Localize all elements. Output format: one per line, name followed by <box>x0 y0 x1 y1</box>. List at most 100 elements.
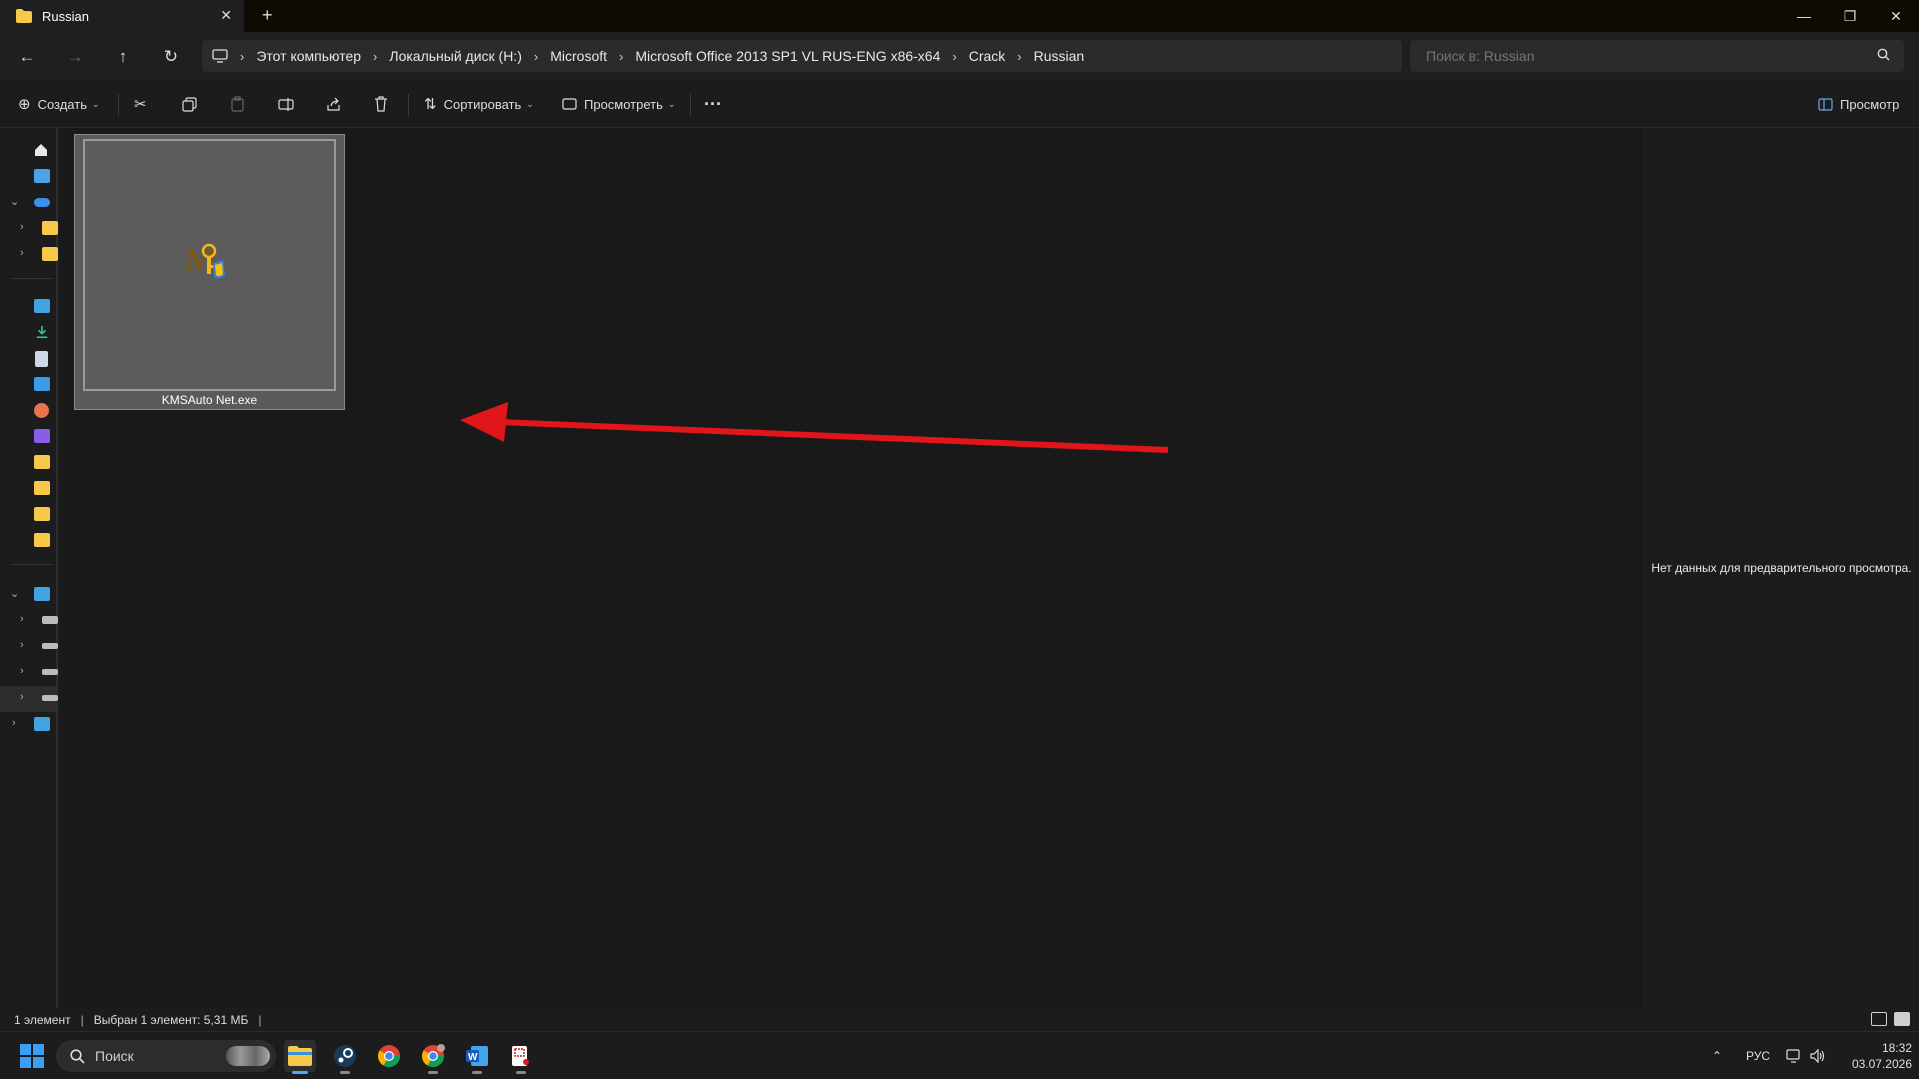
arrow-left-icon: ← <box>18 47 36 66</box>
sidebar-item-desktop[interactable] <box>0 294 58 320</box>
trash-icon <box>375 96 387 112</box>
cut-button[interactable]: ✂ <box>134 80 154 128</box>
chevron-up-icon: ⌃ <box>1712 1049 1723 1063</box>
sidebar-item-folder-5[interactable] <box>0 502 58 528</box>
forward-button[interactable]: → <box>62 44 88 70</box>
breadcrumb-this-pc[interactable]: Этот компьютер <box>256 48 361 64</box>
tiles-view-button[interactable] <box>1894 1012 1910 1026</box>
network-icon <box>34 717 50 731</box>
close-window-button[interactable]: ✕ <box>1873 0 1919 32</box>
sidebar-item-folder-1[interactable]: › <box>0 216 58 242</box>
sidebar-item-pictures[interactable] <box>0 372 58 398</box>
arrow-right-icon: → <box>66 47 84 66</box>
sidebar-item-music[interactable] <box>0 398 58 424</box>
sidebar-item-drive-2[interactable]: › <box>0 634 58 660</box>
download-icon <box>36 325 48 339</box>
document-icon <box>35 351 48 367</box>
more-options-button[interactable]: ··· <box>704 80 722 128</box>
scissors-icon: ✂ <box>134 96 147 113</box>
folder-icon <box>42 247 58 261</box>
tab-close-icon[interactable]: ✕ <box>220 7 232 24</box>
clock[interactable]: 18:32 03.07.2026 <box>1836 1040 1912 1072</box>
file-list[interactable]: M KMSAuto Net.exe <box>60 128 1642 1008</box>
search-input[interactable] <box>1426 48 1856 64</box>
show-hidden-icons-button[interactable]: ⌃ <box>1712 1032 1722 1079</box>
search-box[interactable] <box>1410 40 1904 72</box>
drive-icon <box>42 669 58 675</box>
sort-label: Сортировать <box>443 96 522 112</box>
sidebar-item-folder-6[interactable] <box>0 528 58 554</box>
rename-icon <box>278 97 294 111</box>
sidebar-item-drive-3[interactable]: › <box>0 660 58 686</box>
sidebar-item-onedrive[interactable]: ⌄ <box>0 190 58 216</box>
sidebar-item-downloads[interactable] <box>0 320 58 346</box>
chevron-right-icon: › <box>952 48 957 64</box>
sidebar-item-videos[interactable] <box>0 424 58 450</box>
network-tray-button[interactable] <box>1786 1032 1802 1079</box>
taskbar-explorer[interactable] <box>284 1040 316 1074</box>
windows-logo-icon <box>33 1057 44 1068</box>
copy-button[interactable] <box>182 80 197 128</box>
breadcrumb-crack[interactable]: Crack <box>969 48 1006 64</box>
pictures-icon <box>34 377 50 391</box>
chevron-right-icon: › <box>373 48 378 64</box>
running-indicator <box>428 1071 438 1074</box>
share-icon <box>327 97 340 111</box>
up-button[interactable]: ↑ <box>110 44 136 70</box>
breadcrumb-microsoft[interactable]: Microsoft <box>550 48 607 64</box>
sidebar-item-drive-c[interactable]: › <box>0 608 58 634</box>
language-label: РУС <box>1746 1049 1771 1063</box>
status-bar: 1 элемент | Выбран 1 элемент: 5,31 МБ | <box>0 1008 1919 1031</box>
chevron-down-icon: ⌄ <box>10 196 20 208</box>
snipping-tool-icon <box>512 1046 529 1066</box>
volume-button[interactable] <box>1810 1032 1826 1079</box>
sidebar-item-this-pc[interactable]: ⌄ <box>0 582 58 608</box>
title-bar: Russian ✕ + — ❐ ✕ <box>0 0 1919 32</box>
windows-logo-icon <box>20 1044 31 1055</box>
taskbar-chrome[interactable] <box>373 1040 405 1072</box>
taskbar-chrome-profile[interactable] <box>417 1040 449 1074</box>
share-button[interactable] <box>326 80 342 128</box>
restore-icon: ❐ <box>1843 7 1857 24</box>
refresh-button[interactable]: ↻ <box>158 44 184 70</box>
divider <box>118 94 119 116</box>
file-item[interactable]: M KMSAuto Net.exe <box>74 134 345 410</box>
preview-pane-button[interactable]: Просмотр <box>1818 80 1899 128</box>
sidebar-item-folder-2[interactable]: › <box>0 242 58 268</box>
new-tab-button[interactable]: + <box>262 5 273 26</box>
sort-button[interactable]: ⇅ Сортировать ⌄ <box>424 80 534 128</box>
breadcrumb-local-disk[interactable]: Локальный диск (H:) <box>389 48 522 64</box>
tab-russian[interactable]: Russian ✕ <box>0 0 244 32</box>
rename-button[interactable] <box>278 80 294 128</box>
delete-button[interactable] <box>374 80 388 128</box>
taskbar-word[interactable]: W <box>461 1040 493 1074</box>
language-indicator[interactable]: РУС <box>1746 1032 1770 1079</box>
paste-button[interactable] <box>230 80 245 128</box>
search-icon[interactable] <box>1877 48 1890 61</box>
taskbar-steam[interactable] <box>329 1040 361 1074</box>
address-bar[interactable]: › Этот компьютер › Локальный диск (H:) ›… <box>202 40 1402 72</box>
sidebar-item-folder-3[interactable] <box>0 450 58 476</box>
maximize-button[interactable]: ❐ <box>1827 0 1873 32</box>
home-icon <box>35 144 47 156</box>
refresh-icon: ↻ <box>163 47 179 66</box>
breadcrumb-office[interactable]: Microsoft Office 2013 SP1 VL RUS-ENG x86… <box>635 48 940 64</box>
sidebar-item-gallery[interactable] <box>0 164 58 190</box>
sidebar-item-home[interactable] <box>0 138 58 164</box>
minimize-button[interactable]: — <box>1781 0 1827 32</box>
start-button[interactable] <box>20 1044 44 1068</box>
back-button[interactable]: ← <box>14 44 40 70</box>
details-view-button[interactable] <box>1871 1012 1887 1026</box>
sidebar-item-folder-4[interactable] <box>0 476 58 502</box>
chevron-down-icon: ⌄ <box>10 588 20 600</box>
taskbar-search[interactable]: Поиск <box>56 1040 276 1072</box>
sidebar-item-network[interactable]: › <box>0 712 58 738</box>
chevron-right-icon: › <box>1017 48 1022 64</box>
divider <box>10 278 54 279</box>
sidebar-item-documents[interactable] <box>0 346 58 372</box>
sidebar-item-drive-h[interactable]: › <box>0 686 58 712</box>
breadcrumb-russian[interactable]: Russian <box>1034 48 1085 64</box>
view-button[interactable]: Просмотреть ⌄ <box>562 80 675 128</box>
create-button[interactable]: ⊕ Создать ⌄ <box>18 80 100 128</box>
taskbar-snipping-tool[interactable] <box>505 1040 537 1074</box>
